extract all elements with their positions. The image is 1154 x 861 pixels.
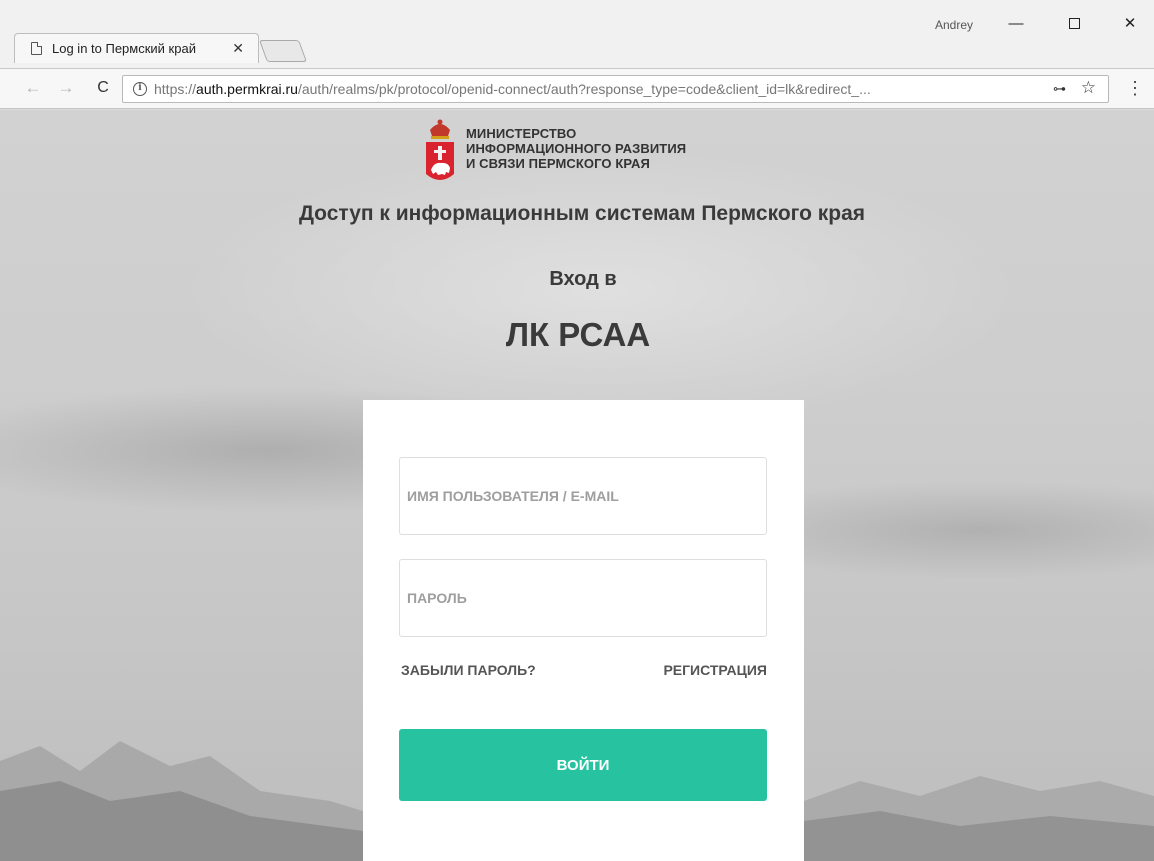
url-protocol: https:// — [154, 81, 197, 97]
page-icon — [31, 42, 42, 55]
ministry-line-2: ИНФОРМАЦИОННОГО РАЗВИТИЯ — [466, 141, 687, 156]
password-input[interactable] — [399, 559, 767, 637]
maximize-button[interactable] — [1054, 12, 1094, 36]
ministry-line-1: МИНИСТЕРСТВО — [466, 126, 577, 141]
login-card: ЗАБЫЛИ ПАРОЛЬ? РЕГИСТРАЦИЯ ВОЙТИ — [363, 400, 804, 861]
profile-name[interactable]: Andrey — [935, 18, 973, 32]
browser-window: Log in to Пермский край ✕ Andrey — ✕ ← →… — [0, 0, 1154, 861]
forgot-password-link[interactable]: ЗАБЫЛИ ПАРОЛЬ? — [401, 662, 536, 678]
reload-icon[interactable]: C — [93, 78, 113, 98]
emblem-icon — [426, 119, 454, 180]
close-window-button[interactable]: ✕ — [1110, 12, 1150, 36]
username-input[interactable] — [399, 457, 767, 535]
login-button[interactable]: ВОЙТИ — [399, 729, 767, 801]
back-icon[interactable]: ← — [23, 78, 43, 98]
url-path: /auth/realms/pk/protocol/openid-connect/… — [297, 81, 871, 97]
star-icon[interactable]: ☆ — [1081, 78, 1096, 98]
page-viewport: МИНИСТЕРСТВО ИНФОРМАЦИОННОГО РАЗВИТИЯ И … — [0, 110, 1154, 861]
register-link[interactable]: РЕГИСТРАЦИЯ — [663, 662, 767, 678]
login-to-heading: Вход в — [549, 268, 617, 290]
ministry-name: МИНИСТЕРСТВО ИНФОРМАЦИОННОГО РАЗВИТИЯ И … — [466, 126, 686, 171]
system-name: ЛК РСАА — [505, 316, 651, 353]
forward-icon[interactable]: → — [56, 78, 76, 98]
ministry-line-3: И СВЯЗИ ПЕРМСКОГО КРАЯ — [466, 156, 650, 171]
menu-icon[interactable]: ⋮ — [1126, 78, 1144, 98]
new-tab-button[interactable] — [258, 40, 308, 62]
minimize-button[interactable]: — — [996, 12, 1036, 36]
tab-title: Log in to Пермский край — [52, 41, 196, 56]
address-bar[interactable]: i https://auth.permkrai.ru/auth/realms/p… — [122, 75, 1109, 103]
info-icon[interactable]: i — [133, 82, 147, 96]
browser-toolbar: ← → C i https://auth.permkrai.ru/auth/re… — [0, 69, 1154, 109]
url-host: auth.permkrai.ru — [196, 81, 298, 97]
title-bar: Log in to Пермский край ✕ Andrey — ✕ — [0, 0, 1154, 69]
browser-tab[interactable]: Log in to Пермский край ✕ — [14, 33, 259, 63]
url-text[interactable]: https://auth.permkrai.ru/auth/realms/pk/… — [154, 81, 1059, 97]
access-title: Доступ к информационным системам Пермско… — [298, 202, 866, 225]
maximize-icon — [1068, 18, 1080, 29]
key-icon[interactable]: ⊶ — [1053, 81, 1066, 97]
tab-close-icon[interactable]: ✕ — [232, 40, 244, 57]
